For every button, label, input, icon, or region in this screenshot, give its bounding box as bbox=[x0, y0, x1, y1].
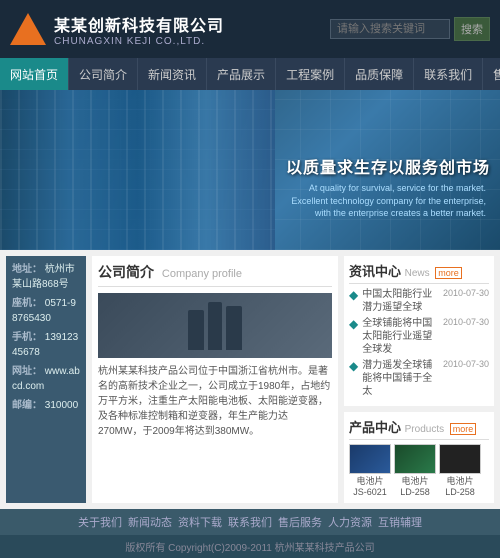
product-item-2[interactable]: 电池片 LD-258 bbox=[394, 444, 436, 498]
product-item-1[interactable]: 电池片 JS-6021 bbox=[349, 444, 391, 498]
banner-sub: At quality for survival, service for the… bbox=[286, 182, 486, 220]
logo-cn: 某某创新科技有限公司 bbox=[54, 12, 224, 36]
banner-glass-effect bbox=[0, 90, 275, 250]
news-date-3: 2010-07-30 bbox=[443, 359, 489, 369]
logo-text: 某某创新科技有限公司 CHUNAGXIN KEJI CO.,LTD. bbox=[54, 12, 224, 47]
search-button[interactable]: 搜索 bbox=[454, 17, 490, 41]
nav-item-products[interactable]: 产品展示 bbox=[207, 58, 276, 90]
footer-nav-hr[interactable]: 人力资源 bbox=[328, 514, 372, 530]
main-content: 地址： 杭州市某山路868号 座机： 0571-98765430 手机： 139… bbox=[0, 250, 500, 509]
nav-item-cases[interactable]: 工程案例 bbox=[276, 58, 345, 90]
website-item: 网址： www.abcd.com bbox=[12, 364, 80, 394]
main-nav: 网站首页 公司简介 新闻资讯 产品展示 工程案例 品质保障 联系我们 售后服务 bbox=[0, 58, 500, 90]
logo-en: CHUNAGXIN KEJI CO.,LTD. bbox=[54, 36, 224, 47]
product-thumb-1 bbox=[349, 444, 391, 474]
nav-item-service[interactable]: 售后服务 bbox=[483, 58, 500, 90]
product-thumb-2 bbox=[394, 444, 436, 474]
contact-sidebar: 地址： 杭州市某山路868号 座机： 0571-98765430 手机： 139… bbox=[6, 256, 86, 503]
zip-item: 邮编： 310000 bbox=[12, 398, 80, 413]
footer-nav-service[interactable]: 售后服务 bbox=[278, 514, 322, 530]
logo-area: 某某创新科技有限公司 CHUNAGXIN KEJI CO.,LTD. bbox=[10, 12, 224, 47]
address-item: 地址： 杭州市某山路868号 bbox=[12, 262, 80, 292]
news-date-2: 2010-07-30 bbox=[443, 317, 489, 327]
footer-nav-partner[interactable]: 互销辅理 bbox=[378, 514, 422, 530]
nav-item-home[interactable]: 网站首页 bbox=[0, 58, 69, 90]
product-name-2: 电池片 LD-258 bbox=[394, 476, 436, 498]
company-title-en: Company profile bbox=[162, 268, 242, 280]
news-item-3: ◆ 潜力遥发全球铺能将中国铺于全太 2010-07-30 bbox=[349, 359, 489, 398]
footer-copyright: 版权所有 Copyright(C)2009-2011 杭州某某科技产品公司 bbox=[0, 535, 500, 558]
product-images: 电池片 JS-6021 电池片 LD-258 电池片 LD-258 bbox=[349, 444, 489, 498]
company-section: 公司简介 Company profile 杭州某某科技产品公司位于中国浙江省杭州… bbox=[92, 256, 338, 503]
footer-nav-download[interactable]: 资料下载 bbox=[178, 514, 222, 530]
news-header: 资讯中心 News more bbox=[349, 261, 489, 284]
nav-item-about[interactable]: 公司简介 bbox=[69, 58, 138, 90]
news-date-1: 2010-07-30 bbox=[443, 288, 489, 298]
product-item-3[interactable]: 电池片 LD-258 bbox=[439, 444, 481, 498]
news-text-2[interactable]: 全球铺能将中国太阳能行业遥望全球发 bbox=[362, 317, 441, 356]
company-title: 公司简介 Company profile bbox=[98, 262, 332, 287]
footer-nav-contact[interactable]: 联系我们 bbox=[228, 514, 272, 530]
company-title-cn: 公司简介 bbox=[98, 264, 154, 280]
right-column: 资讯中心 News more ◆ 中国太阳能行业潜力遥望全球 2010-07-3… bbox=[344, 256, 494, 503]
nav-item-quality[interactable]: 品质保障 bbox=[345, 58, 414, 90]
products-section: 产品中心 Products more 电池片 JS-6021 电池片 LD-25… bbox=[344, 412, 494, 503]
products-title-cn: 产品中心 bbox=[349, 420, 401, 435]
news-bullet-1: ◆ bbox=[349, 288, 358, 302]
banner-text: 以质量求生存以服务创市场 At quality for survival, se… bbox=[286, 154, 490, 220]
news-text-1[interactable]: 中国太阳能行业潜力遥望全球 bbox=[362, 288, 441, 314]
copyright-text: 版权所有 Copyright(C)2009-2011 杭州某某科技产品公司 bbox=[125, 543, 374, 554]
product-name-3: 电池片 LD-258 bbox=[439, 476, 481, 498]
news-title-en: News bbox=[405, 268, 430, 279]
products-header: 产品中心 Products more bbox=[349, 417, 489, 440]
person-3 bbox=[226, 306, 242, 350]
product-thumb-3 bbox=[439, 444, 481, 474]
news-title-cn: 资讯中心 bbox=[349, 264, 401, 279]
nav-item-contact[interactable]: 联系我们 bbox=[414, 58, 483, 90]
person-2 bbox=[208, 302, 222, 350]
news-item-2: ◆ 全球铺能将中国太阳能行业遥望全球发 2010-07-30 bbox=[349, 317, 489, 356]
footer-nav-news[interactable]: 新闻动态 bbox=[128, 514, 172, 530]
news-bullet-2: ◆ bbox=[349, 317, 358, 331]
phone-label: 座机： bbox=[12, 298, 42, 309]
zip-value: 310000 bbox=[45, 400, 78, 411]
nav-item-news[interactable]: 新闻资讯 bbox=[138, 58, 207, 90]
search-input[interactable] bbox=[330, 19, 450, 39]
company-image bbox=[98, 293, 332, 358]
mobile-item: 手机： 13912345678 bbox=[12, 330, 80, 360]
news-more-button[interactable]: more bbox=[435, 267, 462, 279]
search-area: 搜索 bbox=[330, 17, 490, 41]
website-label: 网址： bbox=[12, 366, 42, 377]
footer-nav-about[interactable]: 关于我们 bbox=[78, 514, 122, 530]
logo-triangle-icon bbox=[10, 13, 46, 45]
mobile-label: 手机： bbox=[12, 332, 42, 343]
banner-slogan: 以质量求生存以服务创市场 bbox=[286, 154, 490, 178]
people-silhouettes bbox=[180, 298, 250, 354]
address-label: 地址： bbox=[12, 264, 42, 275]
product-name-1: 电池片 JS-6021 bbox=[349, 476, 391, 498]
phone-item: 座机： 0571-98765430 bbox=[12, 296, 80, 326]
news-section: 资讯中心 News more ◆ 中国太阳能行业潜力遥望全球 2010-07-3… bbox=[344, 256, 494, 406]
footer-nav: 关于我们 新闻动态 资料下载 联系我们 售后服务 人力资源 互销辅理 bbox=[0, 509, 500, 535]
products-title-en: Products bbox=[405, 424, 444, 435]
header: 某某创新科技有限公司 CHUNAGXIN KEJI CO.,LTD. 搜索 bbox=[0, 0, 500, 58]
company-description: 杭州某某科技产品公司位于中国浙江省杭州市。是著名的高新技术企业之一，公司成立于1… bbox=[98, 364, 332, 439]
products-more-button[interactable]: more bbox=[450, 423, 477, 435]
news-text-3[interactable]: 潜力遥发全球铺能将中国铺于全太 bbox=[362, 359, 441, 398]
banner: 以质量求生存以服务创市场 At quality for survival, se… bbox=[0, 90, 500, 250]
news-bullet-3: ◆ bbox=[349, 359, 358, 373]
news-item-1: ◆ 中国太阳能行业潜力遥望全球 2010-07-30 bbox=[349, 288, 489, 314]
zip-label: 邮编： bbox=[12, 400, 42, 411]
person-1 bbox=[188, 310, 204, 350]
